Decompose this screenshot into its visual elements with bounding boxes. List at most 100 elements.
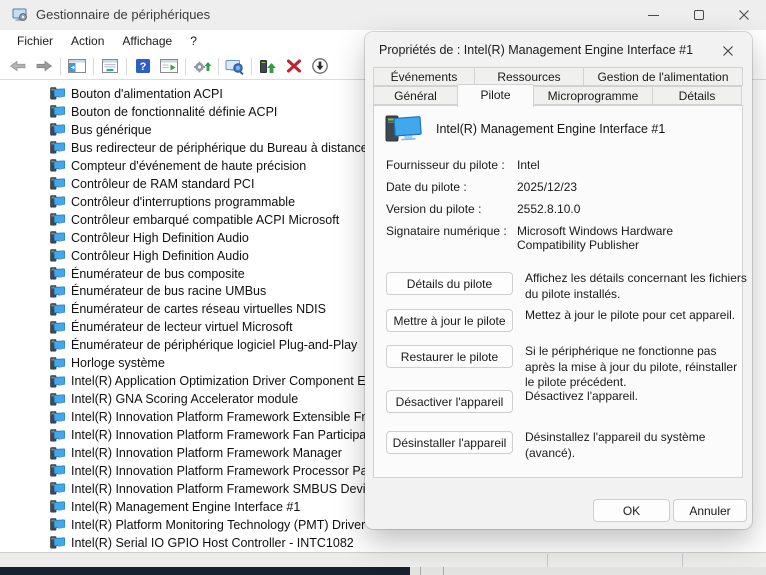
update-driver-button[interactable] <box>189 54 215 78</box>
properties-button[interactable] <box>97 54 123 78</box>
tab-row-1: ÉvénementsRessourcesGestion de l'aliment… <box>373 67 745 86</box>
back-button[interactable] <box>5 54 31 78</box>
system-device-icon <box>50 249 65 262</box>
tree-item-label: Intel(R) Innovation Platform Framework M… <box>71 446 342 460</box>
action-description: Affichez les détails concernant les fich… <box>525 271 749 302</box>
disable-device-button[interactable]: Désactiver l'appareil <box>386 390 513 413</box>
devmgr-titlebar: Gestionnaire de périphériques <box>0 0 766 30</box>
driver-details-button[interactable]: Détails du pilote <box>386 272 513 295</box>
system-device-icon <box>50 482 65 495</box>
show-action-pane-icon <box>159 58 179 74</box>
tree-item-label: Intel(R) Management Engine Interface #1 <box>71 500 300 514</box>
toolbar-separator <box>185 58 186 75</box>
update-driver-icon <box>192 58 212 75</box>
tree-item-label: Intel(R) Platform Monitoring Technology … <box>71 518 365 532</box>
driver-actions: Détails du piloteAffichez les détails co… <box>374 106 744 479</box>
system-device-icon <box>50 285 65 298</box>
tree-item-label: Intel(R) Application Optimization Driver… <box>71 374 366 388</box>
help-button[interactable]: ? <box>130 54 156 78</box>
enable-device-icon <box>258 58 278 75</box>
tree-item-label: Horloge système <box>71 356 165 370</box>
action-description: Désactivez l'appareil. <box>525 389 749 405</box>
system-device-icon <box>50 321 65 334</box>
system-device-icon <box>50 393 65 406</box>
properties-icon <box>100 58 120 74</box>
system-device-icon <box>50 141 65 154</box>
forward-button[interactable] <box>31 54 57 78</box>
forward-icon <box>34 58 54 74</box>
tree-item-label: Intel(R) Innovation Platform Framework F… <box>71 428 373 442</box>
scan-hardware-changes-button[interactable] <box>222 54 248 78</box>
action-description: Mettez à jour le pilote pour cet apparei… <box>525 308 749 324</box>
tree-item-label: Contrôleur de RAM standard PCI <box>71 177 254 191</box>
status-divider <box>682 554 683 568</box>
update-driver-button[interactable]: Mettre à jour le pilote <box>386 309 513 332</box>
menu-item-action[interactable]: Action <box>62 30 113 53</box>
tree-item-label: Compteur d'événement de haute précision <box>71 159 306 173</box>
tab-g-n-ral[interactable]: Général <box>373 86 458 105</box>
system-device-icon <box>50 339 65 352</box>
action-description: Désinstallez l'appareil du système (avan… <box>525 430 749 461</box>
menu-item-fichier[interactable]: Fichier <box>8 30 62 53</box>
system-device-icon <box>50 411 65 424</box>
tree-item-label: Énumérateur de bus racine UMBus <box>71 284 266 298</box>
status-strip <box>0 552 766 567</box>
tree-item-label: Énumérateur de cartes réseau virtuelles … <box>71 302 326 316</box>
toolbar-separator <box>218 58 219 75</box>
toolbar-separator <box>126 58 127 75</box>
tree-item[interactable]: Intel(R) Serial IO GPIO Host Controller … <box>0 534 766 552</box>
system-device-icon <box>50 429 65 442</box>
show-console-tree-button[interactable] <box>64 54 90 78</box>
maximize-button[interactable] <box>676 0 721 30</box>
enable-device-button[interactable] <box>255 54 281 78</box>
system-device-icon <box>50 195 65 208</box>
system-device-icon <box>50 303 65 316</box>
show-action-pane-button[interactable] <box>156 54 182 78</box>
screen: Gestionnaire de périphériques FichierAct… <box>0 0 766 575</box>
tree-item-label: Énumérateur de lecteur virtuel Microsoft <box>71 320 293 334</box>
background-window-edge <box>0 567 766 575</box>
tree-item-label: Bus redirecteur de périphérique du Burea… <box>71 141 368 155</box>
uninstall-device-button[interactable]: Désinstaller l'appareil <box>386 431 513 454</box>
toolbar-separator <box>93 58 94 75</box>
system-device-icon <box>50 267 65 280</box>
help-icon: ? <box>134 58 152 74</box>
system-device-icon <box>50 464 65 477</box>
system-device-icon <box>50 105 65 118</box>
system-device-icon <box>50 87 65 100</box>
tree-item-label: Énumérateur de bus composite <box>71 267 245 281</box>
system-device-icon <box>50 177 65 190</box>
system-device-icon <box>50 357 65 370</box>
uninstall-device-button[interactable] <box>281 54 307 78</box>
show-console-tree-icon <box>67 58 87 74</box>
disable-device-button[interactable] <box>307 54 333 78</box>
tree-item-label: Contrôleur High Definition Audio <box>71 249 249 263</box>
minimize-icon <box>648 15 659 16</box>
uninstall-device-icon <box>285 58 303 74</box>
menu-item-help[interactable]: ? <box>181 30 206 53</box>
tab-gestion-de-l-alimentation[interactable]: Gestion de l'alimentation <box>583 67 743 86</box>
tab-d-tails[interactable]: Détails <box>652 86 742 105</box>
background-divider <box>443 567 444 575</box>
driver-tab-page: Intel(R) Management Engine Interface #1 … <box>373 105 743 478</box>
ok-button[interactable]: OK <box>593 499 670 522</box>
cancel-button[interactable]: Annuler <box>673 499 747 522</box>
tab-pilote[interactable]: Pilote <box>457 84 534 107</box>
tree-item-label: Bouton de fonctionnalité définie ACPI <box>71 105 277 119</box>
minimize-button[interactable] <box>631 0 676 30</box>
maximize-icon <box>694 10 704 20</box>
close-icon <box>722 45 734 57</box>
dialog-close-button[interactable] <box>714 39 742 63</box>
tree-item-label: Intel(R) Innovation Platform Framework S… <box>71 482 379 496</box>
system-device-icon <box>50 518 65 531</box>
roll-back-driver-button[interactable]: Restaurer le pilote <box>386 345 513 368</box>
window-controls <box>631 0 766 30</box>
menu-item-affichage[interactable]: Affichage <box>113 30 181 53</box>
tree-item-label: Intel(R) GNA Scoring Accelerator module <box>71 392 298 406</box>
system-device-icon <box>50 375 65 388</box>
scan-hardware-changes-icon <box>225 58 245 75</box>
tab-microprogramme[interactable]: Microprogramme <box>533 86 653 105</box>
tree-item-label: Intel(R) Serial IO GPIO Host Controller … <box>71 536 354 550</box>
close-button[interactable] <box>721 0 766 30</box>
disable-device-icon <box>311 57 329 75</box>
